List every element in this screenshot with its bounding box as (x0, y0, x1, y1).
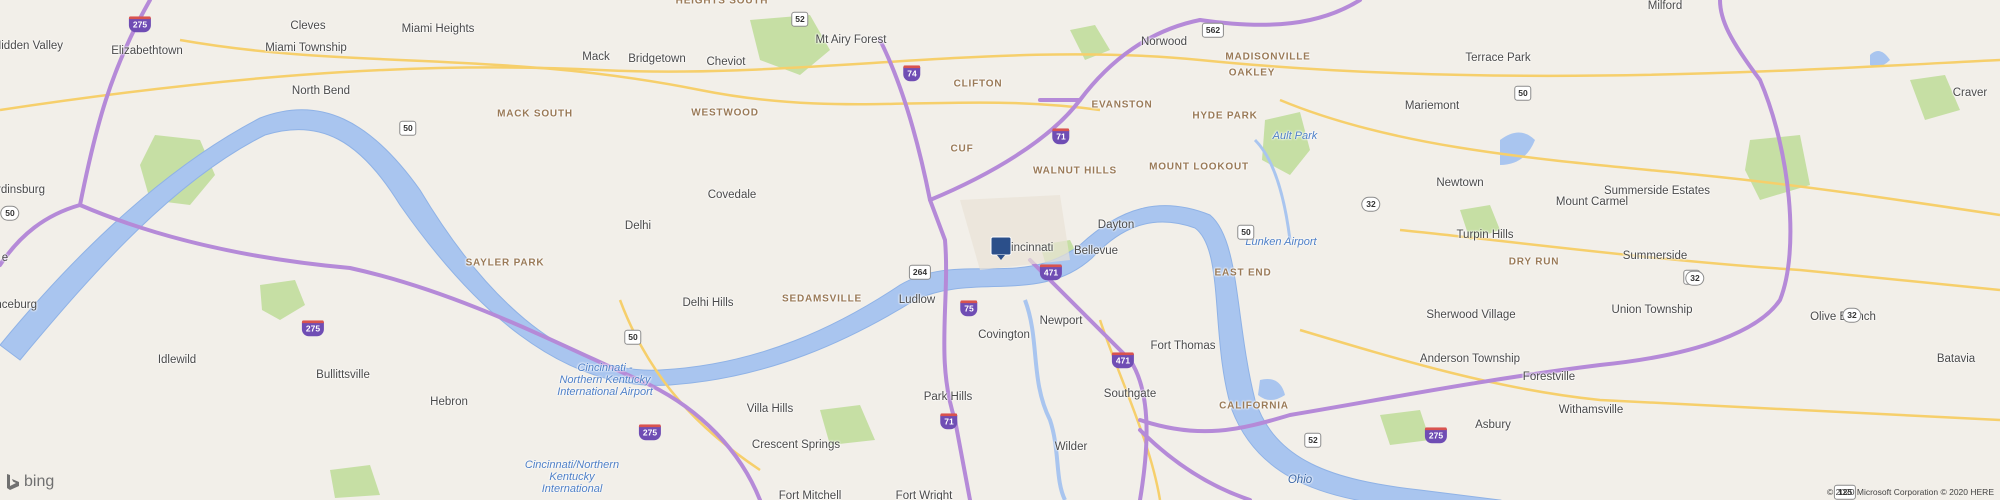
place-label: Mack (582, 51, 610, 63)
place-label: Delhi (624, 220, 652, 232)
place-label: Fort Mitchell (778, 490, 842, 500)
place-label: Delhi Hills (682, 297, 734, 309)
district-label: OAKLEY (1228, 67, 1276, 79)
place-label: Withamsville (1558, 404, 1624, 416)
us-shield: 50 (1514, 85, 1532, 101)
place-label: Cleves (290, 20, 326, 32)
map-canvas[interactable]: Hidden Valley Elizabethtown Cleves Miami He… (0, 0, 2000, 500)
place-label: Miami Township (265, 42, 347, 54)
place-label: Summerside (1622, 250, 1688, 262)
interstate-shield: 75 (960, 300, 978, 316)
place-label: e (1, 252, 9, 264)
place-label: Norwood (1140, 36, 1188, 48)
place-label: rdinsburg (0, 184, 45, 196)
place-label: Dayton (1097, 219, 1135, 231)
us-shield: 52 (791, 11, 809, 27)
place-label: Park Hills (923, 391, 973, 403)
airport-label: Ault Park (1272, 130, 1318, 142)
place-label: Newtown (1436, 177, 1484, 189)
state-shield: 32 (1685, 270, 1705, 286)
place-label: Summerside Estates (1603, 185, 1711, 197)
place-label: Anderson Township (1419, 353, 1521, 365)
district-label: CALIFORNIA (1219, 400, 1289, 412)
marker-pointer (997, 255, 1005, 260)
district-label: DRY RUN (1508, 256, 1560, 268)
place-label: enceburg (0, 299, 37, 311)
us-shield: 50 (1237, 224, 1255, 240)
us-shield: 52 (1304, 432, 1322, 448)
interstate-shield: 275 (301, 320, 325, 336)
place-label: Wilder (1054, 441, 1088, 453)
state-shield: 32 (1842, 307, 1862, 323)
place-label: Asbury (1475, 419, 1511, 431)
copyright-text: © 2020 Microsoft Corporation © 2020 HERE (1826, 487, 1994, 497)
us-shield: 50 (399, 120, 417, 136)
place-label: Crescent Springs (751, 439, 841, 451)
bing-logo-text: bing (24, 473, 55, 490)
district-label: SEDAMSVILLE (782, 293, 862, 305)
district-label: CLIFTON (953, 78, 1003, 90)
place-label: Southgate (1103, 388, 1157, 400)
district-label: WESTWOOD (691, 107, 759, 119)
airport-label: Cincinnati - Northern Kentucky Internati… (557, 362, 653, 398)
place-label: Cheviot (706, 56, 746, 68)
district-label: EAST END (1214, 267, 1272, 279)
place-label: Bellevue (1073, 245, 1119, 257)
place-label: Miami Heights (401, 23, 475, 35)
place-label: Mount Carmel (1555, 196, 1629, 208)
marker-square (990, 236, 1012, 256)
bing-logo[interactable]: bing (6, 473, 54, 491)
place-label: Union Township (1611, 304, 1693, 316)
place-label: Forestville (1522, 371, 1576, 383)
interstate-shield: 275 (1424, 427, 1448, 443)
place-label: Villa Hills (746, 403, 794, 415)
place-label: Fort Wright (895, 490, 953, 500)
place-label: Batavia (1936, 353, 1976, 365)
interstate-shield: 471 (1111, 352, 1135, 368)
place-label: Sherwood Village (1426, 309, 1516, 321)
district-label: CUF (950, 143, 974, 155)
interstate-shield: 71 (940, 413, 958, 429)
water-label: Ohio (1287, 474, 1313, 486)
state-shield: 32 (1361, 196, 1381, 212)
interstate-shield: 74 (903, 65, 921, 81)
place-label: Bullittsville (316, 369, 370, 381)
interstate-shield: 71 (1052, 128, 1070, 144)
interstate-shield: 471 (1039, 264, 1063, 280)
state-shield: 50 (0, 205, 20, 221)
place-label: Newport (1039, 315, 1083, 327)
district-label: EVANSTON (1091, 99, 1153, 111)
place-label: Milford (1647, 0, 1683, 12)
place-label: Mt Airy Forest (815, 34, 887, 46)
district-label: SAYLER PARK (465, 257, 545, 269)
district-label: HYDE PARK (1192, 110, 1258, 122)
district-label: MACK SOUTH (497, 108, 573, 120)
place-label: Ludlow (898, 294, 936, 306)
place-label: Craver (1952, 87, 1988, 99)
place-label: Hidden Valley (0, 40, 64, 52)
place-label: Turpin Hills (1456, 229, 1514, 241)
us-shield: 562 (1201, 22, 1225, 38)
location-marker[interactable] (990, 236, 1012, 260)
place-label: Covedale (707, 189, 757, 201)
district-label: MOUNT LOOKOUT (1149, 161, 1249, 173)
us-shield: 264 (908, 264, 932, 280)
bing-icon (7, 474, 19, 490)
district-label: MADISONVILLE (1225, 51, 1311, 63)
place-label: Covington (978, 329, 1030, 341)
place-label: Mariemont (1404, 100, 1460, 112)
airport-label: Cincinnati/Northern Kentucky Internation… (524, 459, 620, 495)
us-shield: 50 (624, 329, 642, 345)
place-label: Elizabethtown (111, 45, 183, 57)
place-label: Bridgetown (628, 53, 686, 65)
interstate-shield: 275 (638, 424, 662, 440)
district-label: WALNUT HILLS (1032, 165, 1118, 177)
district-label: HEIGHTS SOUTH (675, 0, 769, 7)
interstate-shield: 275 (128, 16, 152, 32)
place-label: Hebron (430, 396, 468, 408)
place-label: Fort Thomas (1150, 340, 1216, 352)
place-label: North Bend (291, 85, 351, 97)
place-label: Idlewild (157, 354, 197, 366)
place-label: Terrace Park (1465, 52, 1531, 64)
